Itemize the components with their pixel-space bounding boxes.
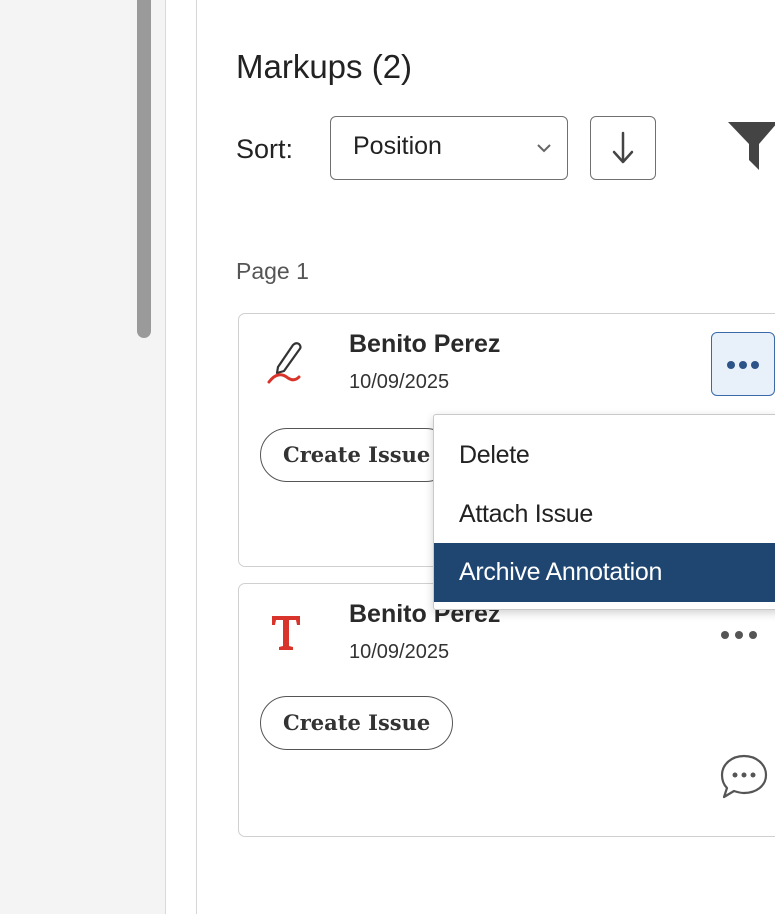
- markup-date: 10/09/2025: [349, 641, 450, 663]
- more-icon: [721, 631, 757, 639]
- sort-direction-button[interactable]: [590, 116, 656, 180]
- more-actions-button[interactable]: [716, 620, 770, 655]
- page-group-label: Page 1: [236, 258, 309, 284]
- sidebar-scrollbar[interactable]: [137, 0, 151, 338]
- menu-item-archive-annotation[interactable]: Archive Annotation: [434, 543, 775, 602]
- text-icon: [269, 612, 303, 657]
- filter-icon[interactable]: [728, 120, 775, 177]
- chevron-down-icon: [536, 139, 552, 159]
- context-menu: Delete Attach Issue Archive Annotation: [433, 414, 775, 610]
- menu-item-attach-issue[interactable]: Attach Issue: [434, 485, 775, 544]
- more-actions-button[interactable]: [711, 332, 775, 396]
- pen-icon: [266, 338, 308, 391]
- sort-label: Sort:: [236, 134, 294, 164]
- panel-title: Markups (2): [236, 48, 413, 85]
- arrow-down-icon: [612, 131, 634, 164]
- sort-select-value: Position: [353, 132, 442, 160]
- more-icon: [727, 361, 759, 369]
- markup-date: 10/09/2025: [349, 371, 450, 393]
- create-issue-button[interactable]: Create Issue: [260, 696, 454, 750]
- comment-icon[interactable]: [718, 752, 774, 807]
- menu-item-delete[interactable]: Delete: [434, 426, 775, 485]
- markup-author: Benito Perez: [349, 330, 501, 358]
- panel-divider: [196, 0, 197, 914]
- markup-card[interactable]: Benito Perez 10/09/2025 Create Issue: [238, 583, 775, 837]
- create-issue-button[interactable]: Create Issue: [260, 428, 454, 482]
- sort-select[interactable]: Position: [330, 116, 568, 180]
